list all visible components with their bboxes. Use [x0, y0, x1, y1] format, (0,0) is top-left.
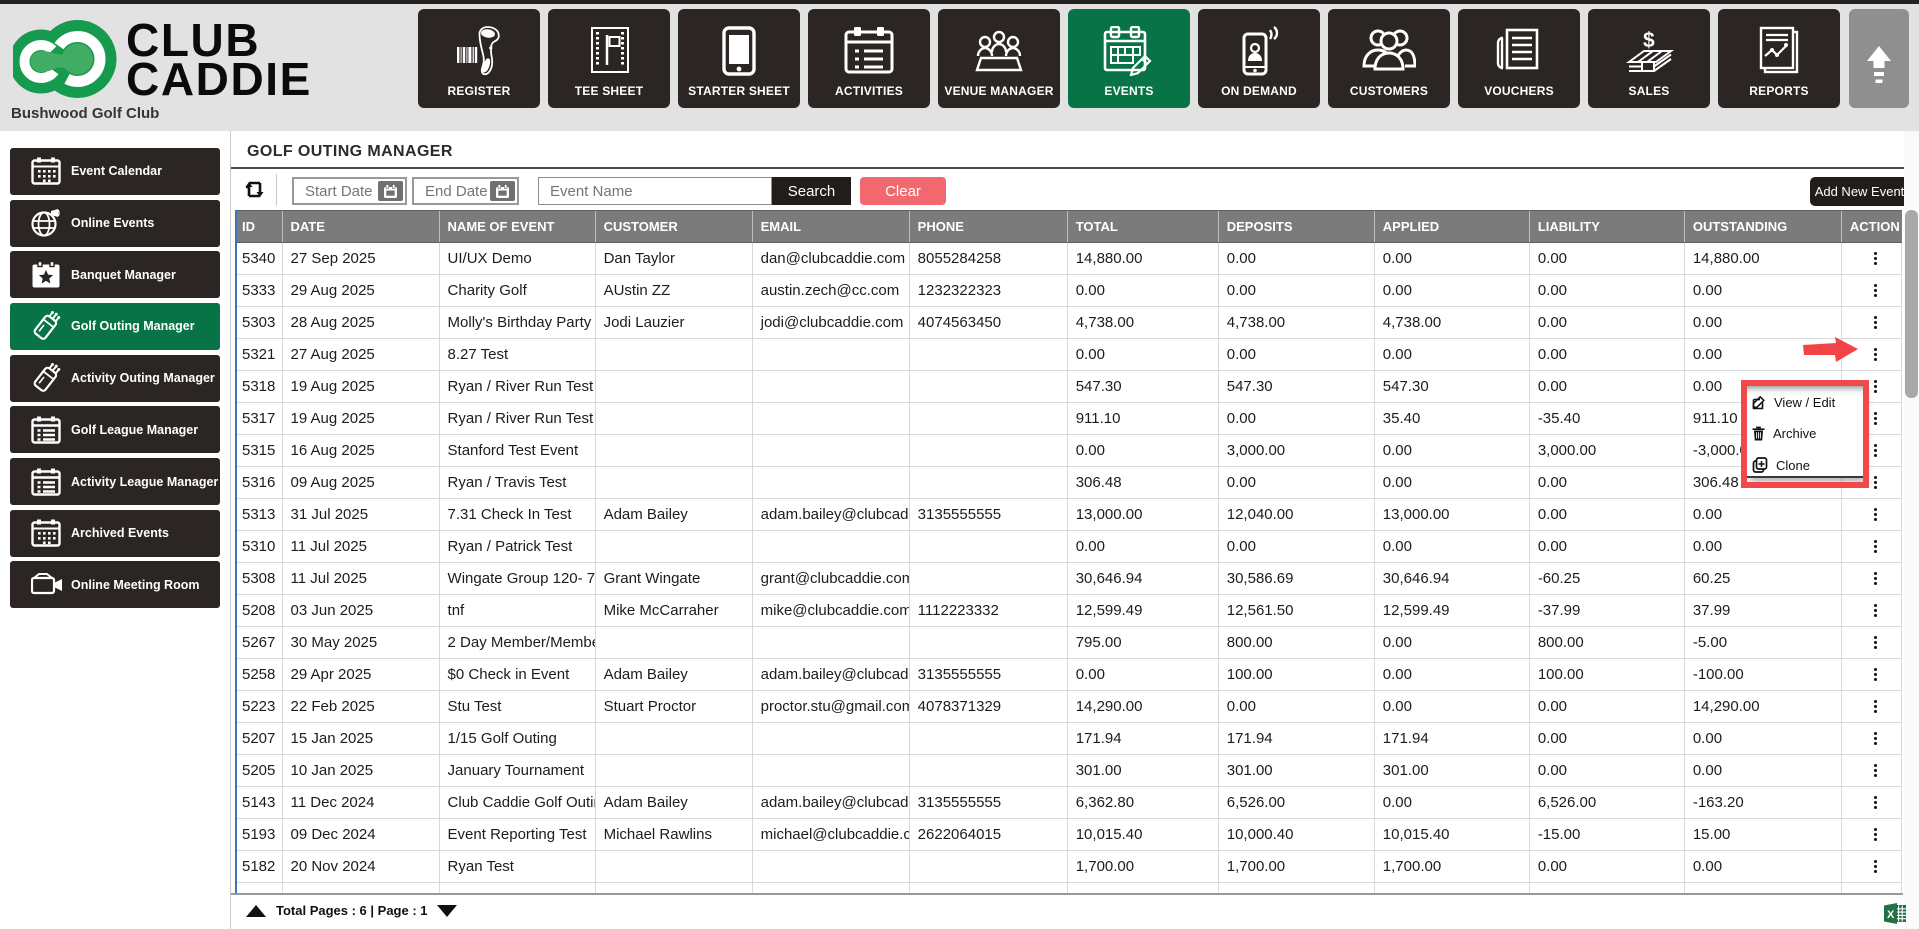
svg-text:X: X: [1887, 909, 1895, 921]
svg-text:$: $: [1643, 29, 1655, 52]
